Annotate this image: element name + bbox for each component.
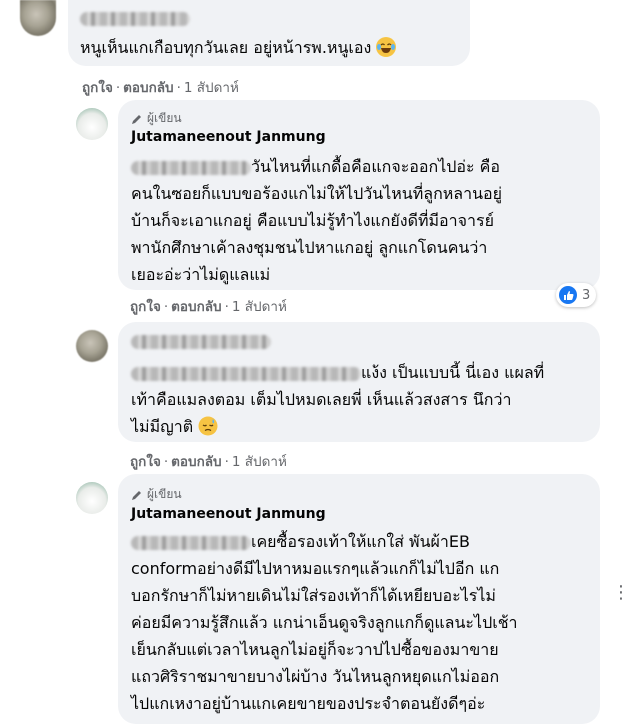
comment-line: บ้านก็จะเอาแกอยู่ คือแบบไม่รู้ทำไงแกยังด… <box>131 211 494 230</box>
sad-sweat-emoji <box>198 416 218 436</box>
reply-link[interactable]: ตอบกลับ <box>171 454 221 470</box>
timestamp[interactable]: 1 สัปดาห์ <box>184 80 239 96</box>
comment-line: เย็นกลับแต่เวลาไหนลูกไม่อยู่ก็จะวาปไปซื้… <box>131 640 499 659</box>
comment-line: conformอย่างดีมีไปหาหมอแรกๆแล้วแกก็ไม่ไป… <box>131 559 500 578</box>
like-link[interactable]: ถูกใจ <box>82 80 113 96</box>
comment-body: เคยซื้อรองเท้าให้แกใส่ พันผ้าEB conformอ… <box>131 528 518 717</box>
commenter-name[interactable]: Jutamaneenout Janmung <box>131 129 326 145</box>
reply-link[interactable]: ตอบกลับ <box>171 299 221 315</box>
blurred-commenter-name[interactable] <box>131 335 271 349</box>
comment-line: คนในซอยก็แบบขอร้องแกไม่ให้ไปวันไหนที่ลูก… <box>131 184 503 203</box>
comment-actions: ถูกใจ · ตอบกลับ · 1 สัปดาห์ <box>130 299 287 315</box>
commenter-name[interactable]: Jutamaneenout Janmung <box>131 506 326 522</box>
author-avatar[interactable] <box>76 482 108 514</box>
timestamp[interactable]: 1 สัปดาห์ <box>232 299 287 315</box>
reply-link[interactable]: ตอบกลับ <box>123 80 173 96</box>
pen-icon <box>132 490 141 500</box>
pen-icon <box>132 114 141 124</box>
like-link[interactable]: ถูกใจ <box>130 454 161 470</box>
comment-line: ไม่มีญาติ <box>131 417 194 436</box>
author-badge-label: ผู้เขียน <box>147 487 182 501</box>
author-avatar[interactable] <box>76 108 108 140</box>
comment-line: แถวศิริราชมาขายบางไผ่บ้าง วันไหนลูกหยุดแ… <box>131 667 500 686</box>
comment-actions: ถูกใจ · ตอบกลับ · 1 สัปดาห์ <box>130 454 287 470</box>
blurred-mention[interactable] <box>131 366 361 381</box>
reply-bubble: ผู้เขียน Jutamaneenout Janmung วันไหนที่… <box>118 100 600 290</box>
comment-text: หนูเห็นแกเกือบทุกวันเลย อยู่หน้ารพ.หนูเอ… <box>80 38 372 57</box>
author-badge: ผู้เขียน <box>131 109 182 128</box>
reaction-number: 3 <box>582 287 591 303</box>
comment-line: ค่อยมีความรู้สึกแล้ว แกน่าเอ็นดูจริงลูกแ… <box>131 613 518 632</box>
like-link[interactable]: ถูกใจ <box>130 299 161 315</box>
more-options-icon[interactable]: ⋮ <box>612 582 630 603</box>
comment-line: เคยซื้อรองเท้าให้แกใส่ พันผ้าEB <box>251 532 470 551</box>
author-badge: ผู้เขียน <box>131 485 182 504</box>
reaction-count[interactable]: 3 <box>556 283 597 307</box>
blurred-mention[interactable] <box>131 535 251 550</box>
comment-line: เยอะอ่ะว่าไม่ดูแลแม่ <box>131 265 271 284</box>
laughing-crying-emoji <box>376 37 397 57</box>
commenter-avatar[interactable] <box>76 330 108 362</box>
comment-line: เท้าคือแมลงตอม เต็มไปหมดเลยพี่ เห็นแล้วส… <box>131 390 512 409</box>
comment-bubble: หนูเห็นแกเกือบทุกวันเลย อยู่หน้ารพ.หนูเอ… <box>68 0 470 66</box>
comment-line: ไปแกเหงาอยู่บ้านแกเคยขายของประจำตอนยังดี… <box>131 694 486 713</box>
timestamp[interactable]: 1 สัปดาห์ <box>232 454 287 470</box>
reply-bubble: แง้ง เป็นแบบนี้ นี่เอง แผลที่ เท้าคือแมล… <box>118 322 600 442</box>
blurred-mention[interactable] <box>131 160 251 175</box>
reply-bubble: ผู้เขียน Jutamaneenout Janmung เคยซื้อรอ… <box>118 474 600 724</box>
comment-line: แง้ง เป็นแบบนี้ นี่เอง แผลที่ <box>361 363 545 382</box>
like-reaction-icon <box>559 286 577 304</box>
comment-text-row: หนูเห็นแกเกือบทุกวันเลย อยู่หน้ารพ.หนูเอ… <box>80 34 397 61</box>
comment-line: พานักศึกษาเค้าลงชุมชนไปหาแกอยู่ ลูกแกโดน… <box>131 238 488 257</box>
comment-body: แง้ง เป็นแบบนี้ นี่เอง แผลที่ เท้าคือแมล… <box>131 359 544 440</box>
commenter-avatar[interactable] <box>20 0 56 36</box>
comment-line: วันไหนที่แกดื้อคือแกจะออกไปอ่ะ คือ <box>251 157 500 176</box>
comment-body: วันไหนที่แกดื้อคือแกจะออกไปอ่ะ คือ คนในซ… <box>131 153 502 288</box>
comment-actions: ถูกใจ · ตอบกลับ · 1 สัปดาห์ <box>82 80 239 96</box>
comment-line: บอกรักษาก็ไม่หายเดินไม่ใส่รองเท้าก็ได้เห… <box>131 586 496 605</box>
author-badge-label: ผู้เขียน <box>147 111 182 125</box>
blurred-commenter-name[interactable] <box>80 12 190 26</box>
